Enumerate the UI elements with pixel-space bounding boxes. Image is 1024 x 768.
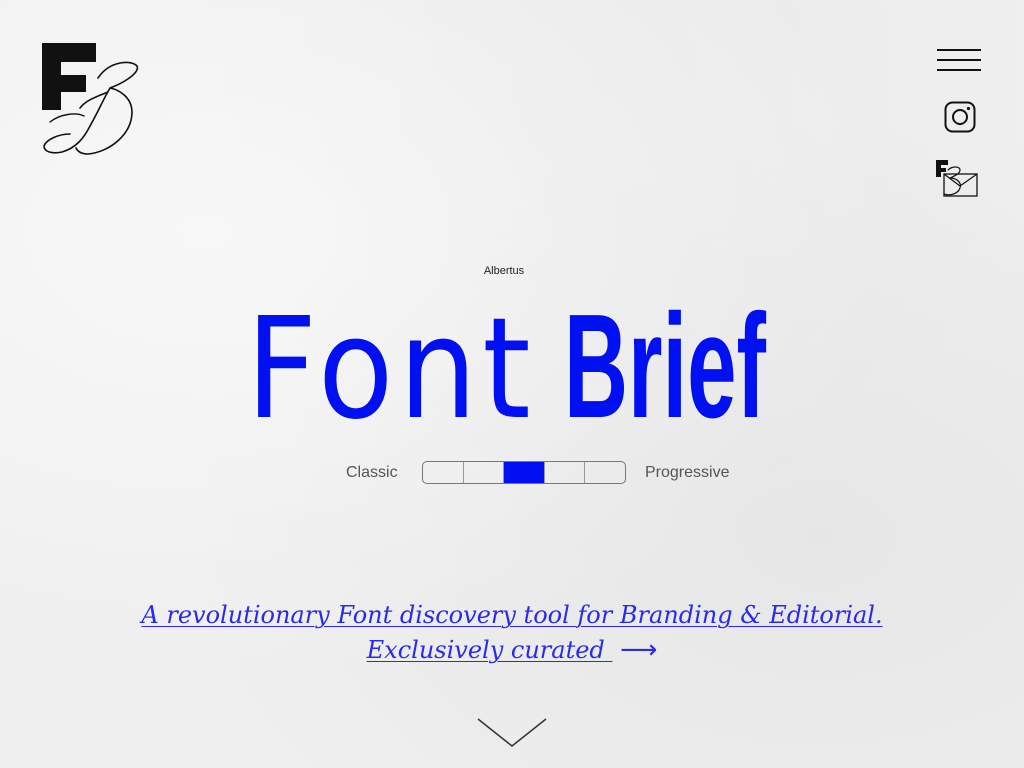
- tagline-line2-text: Exclusively curated: [366, 636, 605, 664]
- slider-segment[interactable]: [464, 462, 505, 483]
- menu-button[interactable]: [935, 46, 983, 74]
- page-title: Font Brief: [244, 280, 784, 451]
- slider-segment[interactable]: [585, 462, 625, 483]
- contact-button[interactable]: [934, 158, 980, 200]
- fb-envelope-icon: [936, 160, 978, 197]
- hamburger-line: [937, 59, 981, 61]
- scroll-down-button[interactable]: [476, 716, 548, 750]
- fb-monogram-icon: [42, 43, 139, 155]
- fb-logo[interactable]: [40, 42, 142, 158]
- chevron-down-icon: [477, 718, 547, 747]
- title-word-font: Font: [246, 288, 536, 430]
- hamburger-line: [937, 69, 981, 71]
- style-scale: Classic Progressive: [0, 460, 1024, 488]
- hamburger-line: [937, 49, 981, 51]
- classic-label: Classic: [346, 464, 398, 481]
- slider-segment[interactable]: [545, 462, 586, 483]
- slider-segment-selected[interactable]: [504, 462, 545, 483]
- font-name-caption: Albertus: [483, 265, 525, 277]
- tagline-link-line1[interactable]: A revolutionary Font discovery tool for …: [141, 601, 882, 629]
- tagline-link-line2[interactable]: Exclusively curated: [367, 636, 613, 664]
- instagram-button[interactable]: [942, 99, 978, 135]
- style-slider[interactable]: [422, 461, 626, 484]
- arrow-right-icon[interactable]: ⟶: [620, 635, 657, 665]
- slider-segment[interactable]: [423, 462, 464, 483]
- progressive-label: Progressive: [645, 464, 730, 481]
- title-word-brief: Brief: [564, 284, 766, 430]
- tagline: A revolutionary Font discovery tool for …: [0, 598, 1024, 668]
- instagram-icon: [944, 101, 976, 133]
